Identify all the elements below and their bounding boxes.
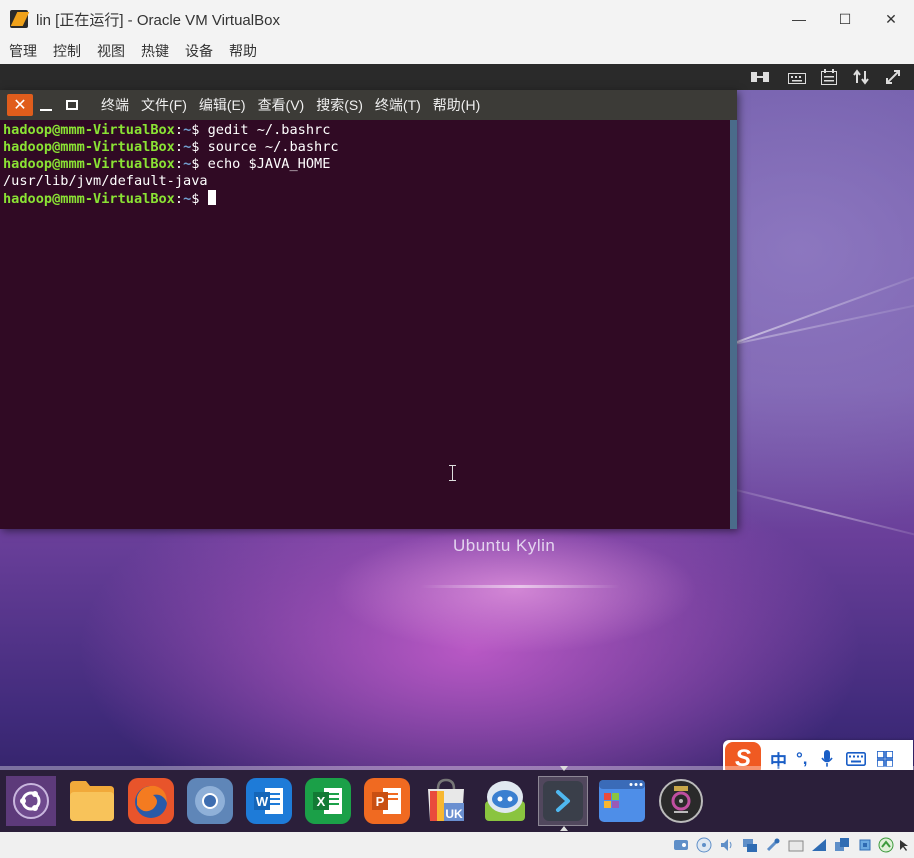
prompt-user: hadoop@mmm-VirtualBox [3,122,175,138]
dock-active-indicator-top [560,766,568,771]
dock-active-indicator-bottom [560,826,568,831]
prompt-user: hadoop@mmm-VirtualBox [3,191,175,207]
kylin-assistant-icon[interactable] [480,776,530,826]
menu-help[interactable]: 帮助 [229,41,257,61]
menu-hotkeys[interactable]: 热键 [141,41,169,61]
menu-devices[interactable]: 设备 [185,41,213,61]
resize-icon[interactable] [883,68,903,86]
optical-icon[interactable] [695,836,713,854]
wps-presentation-label: P [376,794,385,809]
cpu-icon[interactable] [856,836,874,854]
firefox-icon[interactable] [126,776,176,826]
minimize-button[interactable]: — [776,0,822,38]
usb-icon[interactable] [764,836,782,854]
command-text: $ echo $JAVA_HOME [191,156,331,172]
mouse-integration-icon[interactable] [877,836,895,854]
launcher-dock: W X P UK [0,770,914,832]
prompt-user: hadoop@mmm-VirtualBox [3,156,175,172]
files-icon[interactable] [67,776,117,826]
prompt-user: hadoop@mmm-VirtualBox [3,139,175,155]
ibeam-cursor-icon [449,465,457,481]
terminal-window[interactable]: ✕ 终端 文件(F) 编辑(E) 查看(V) 搜索(S) 终端(T) 帮助(H)… [0,90,737,529]
display-icon[interactable] [810,836,828,854]
terminal-menu-terminal[interactable]: 终端 [101,95,129,115]
terminal-menu-edit[interactable]: 编辑(E) [199,95,246,115]
command-output: /usr/lib/jvm/default-java [3,173,208,189]
window-controls: — ☐ ✕ [776,0,914,38]
host-menubar: 管理 控制 视图 热键 设备 帮助 [0,38,914,64]
terminal-line: hadoop@mmm-VirtualBox:~$ [3,190,730,207]
text-cursor [207,190,216,205]
terminal-titlebar[interactable]: ✕ 终端 文件(F) 编辑(E) 查看(V) 搜索(S) 终端(T) 帮助(H) [0,90,737,120]
terminal-close-button[interactable]: ✕ [7,94,33,116]
audio-icon[interactable] [718,836,736,854]
terminal-minimize-button[interactable] [33,94,59,116]
swap-icon[interactable] [851,68,871,86]
terminal-line: /usr/lib/jvm/default-java [3,173,730,190]
wps-writer-label: W [256,794,269,809]
menu-control[interactable]: 控制 [53,41,81,61]
host-statusbar [0,832,914,858]
host-key-icon[interactable] [896,836,914,854]
hdd-icon[interactable] [672,836,690,854]
wallpaper-brand-text: Ubuntu Kylin [453,536,556,555]
host-titlebar: lin [正在运行] - Oracle VM VirtualBox — ☐ ✕ [0,0,914,38]
terminal-menu-file[interactable]: 文件(F) [141,95,187,115]
terminal-icon[interactable] [538,776,588,826]
terminal-menu-view[interactable]: 查看(V) [258,95,305,115]
wps-presentation-icon[interactable]: P [362,776,412,826]
wps-writer-icon[interactable]: W [244,776,294,826]
terminal-maximize-button[interactable] [59,94,85,116]
shared-folders-icon[interactable] [787,836,805,854]
recording-icon[interactable] [833,836,851,854]
terminal-menu-terminal-2[interactable]: 终端(T) [375,95,421,115]
command-text: $ gedit ~/.bashrc [191,122,331,138]
terminal-line: hadoop@mmm-VirtualBox:~$ source ~/.bashr… [3,139,339,155]
terminal-output[interactable]: hadoop@mmm-VirtualBox:~$ gedit ~/.bashrc… [0,120,730,529]
window-title: lin [正在运行] - Oracle VM VirtualBox [36,11,280,29]
software-center-label: UK [445,807,463,821]
soft-keyboard-icon[interactable] [819,68,839,86]
menu-view[interactable]: 视图 [97,41,125,61]
scale-mode-icon[interactable] [750,68,770,86]
software-center-icon[interactable]: UK [421,776,471,826]
maximize-button[interactable]: ☐ [822,0,868,38]
ubuntu-kylin-menu-icon[interactable] [6,776,56,826]
terminal-line: hadoop@mmm-VirtualBox:~$ gedit ~/.bashrc [3,122,331,138]
terminal-line: hadoop@mmm-VirtualBox:~$ echo $JAVA_HOME [3,156,331,172]
wps-spreadsheet-icon[interactable]: X [303,776,353,826]
keyboard-icon[interactable] [787,68,807,86]
network-icon[interactable] [741,836,759,854]
virtualbox-app-icon [10,9,30,29]
vm-toolbar [0,64,914,90]
command-text: $ [191,191,208,207]
wps-spreadsheet-label: X [317,794,326,809]
terminal-menu-search[interactable]: 搜索(S) [316,95,363,115]
terminal-scrollbar[interactable] [730,120,737,529]
close-button[interactable]: ✕ [868,0,914,38]
dvd-icon[interactable] [656,776,706,826]
chromium-icon[interactable] [185,776,235,826]
terminal-menu-help[interactable]: 帮助(H) [433,95,480,115]
wallpaper-glow [420,585,620,588]
workspace-switcher-icon[interactable] [597,776,647,826]
menu-manage[interactable]: 管理 [9,41,37,61]
command-text: $ source ~/.bashrc [191,139,339,155]
